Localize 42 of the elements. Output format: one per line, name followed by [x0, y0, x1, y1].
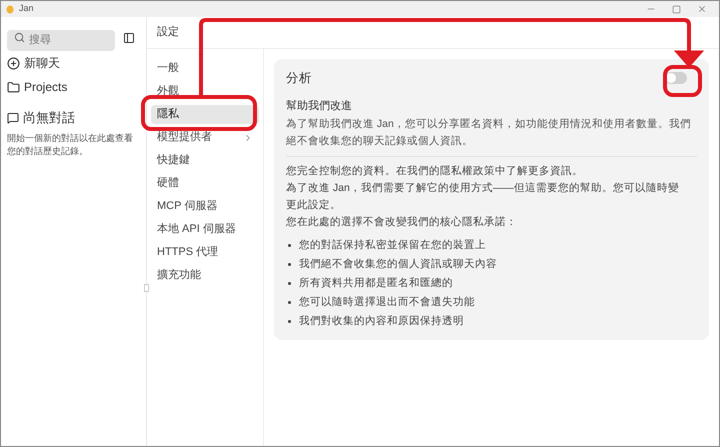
bullet-text: 所有資料共用都是匿名和匯總的 — [299, 276, 453, 292]
paragraph: 您完全控制您的資料。在我們的隱私權政策中了解更多資訊。 — [286, 164, 584, 180]
settings-nav-item[interactable]: 快捷鍵 — [151, 151, 259, 170]
search-field[interactable]: 搜尋 — [7, 30, 115, 50]
resize-handle[interactable] — [144, 284, 149, 292]
settings-title: 設定 — [157, 24, 179, 40]
window-title: Jan — [19, 2, 34, 16]
close-icon[interactable] — [697, 4, 707, 14]
bullet-icon — [288, 244, 291, 248]
search-icon — [14, 32, 25, 43]
settings-nav-item[interactable]: MCP 伺服器 — [151, 197, 259, 216]
empty-text: 開始一個新的對話以在此處查看您的對話歷史記錄。 — [7, 132, 134, 158]
bullet-icon — [288, 263, 291, 266]
toggle-switch[interactable] — [665, 72, 687, 84]
sidebar-item[interactable]: Projects — [7, 78, 140, 96]
chat-icon — [7, 112, 19, 124]
settings-nav-item[interactable]: HTTPS 代理 — [151, 243, 259, 262]
settings-nav-item[interactable]: 本地 API 伺服器 — [151, 220, 259, 239]
bullet-text: 我們絕不會收集您的個人資訊或聊天內容 — [299, 257, 497, 272]
settings-nav-item[interactable]: 一般 — [151, 59, 259, 78]
card-title: 分析 — [286, 70, 312, 87]
bullet-icon — [288, 320, 291, 324]
settings-nav-item[interactable]: 模型提供者 — [151, 128, 259, 147]
bullet-text: 我們對收集的內容和原因保持透明 — [299, 314, 464, 330]
bullet-text: 您的對話保持私密並保留在您的裝置上 — [299, 238, 486, 254]
paragraph: 您在此處的選擇不會改變我們的核心隱私承諾： — [286, 215, 518, 230]
sidebar-toggle-icon[interactable] — [123, 32, 135, 44]
empty-title: 尚無對話 — [23, 109, 75, 127]
settings-nav-item[interactable]: 外觀 — [151, 82, 259, 101]
section-heading: 幫助我們改進 — [286, 98, 353, 114]
bullet-text: 您可以隨時選擇退出而不會遺失功能 — [299, 295, 475, 310]
description: 為了幫助我們改進 Jan，您可以分享匿名資料，如功能使用情況和使用者數量。我們絕不會收集您的聊天記錄或個人資訊。 — [286, 117, 692, 150]
paragraph: 為了改進 Jan，我們需要了解它的使用方式——但這需要您的幫助。您可以隨時變更此設定。 — [286, 181, 680, 214]
settings-nav-item[interactable]: 硬體 — [151, 174, 259, 193]
folder-icon — [7, 80, 20, 94]
plus-circle-icon — [7, 56, 20, 70]
settings-nav-item[interactable]: 隱私 — [151, 105, 259, 124]
settings-nav-item[interactable]: 擴充功能 — [151, 266, 259, 285]
bullet-icon — [288, 282, 291, 286]
sidebar-item[interactable]: 新聊天 — [7, 54, 140, 72]
maximize-icon[interactable] — [672, 4, 681, 14]
bullet-icon — [288, 301, 291, 304]
